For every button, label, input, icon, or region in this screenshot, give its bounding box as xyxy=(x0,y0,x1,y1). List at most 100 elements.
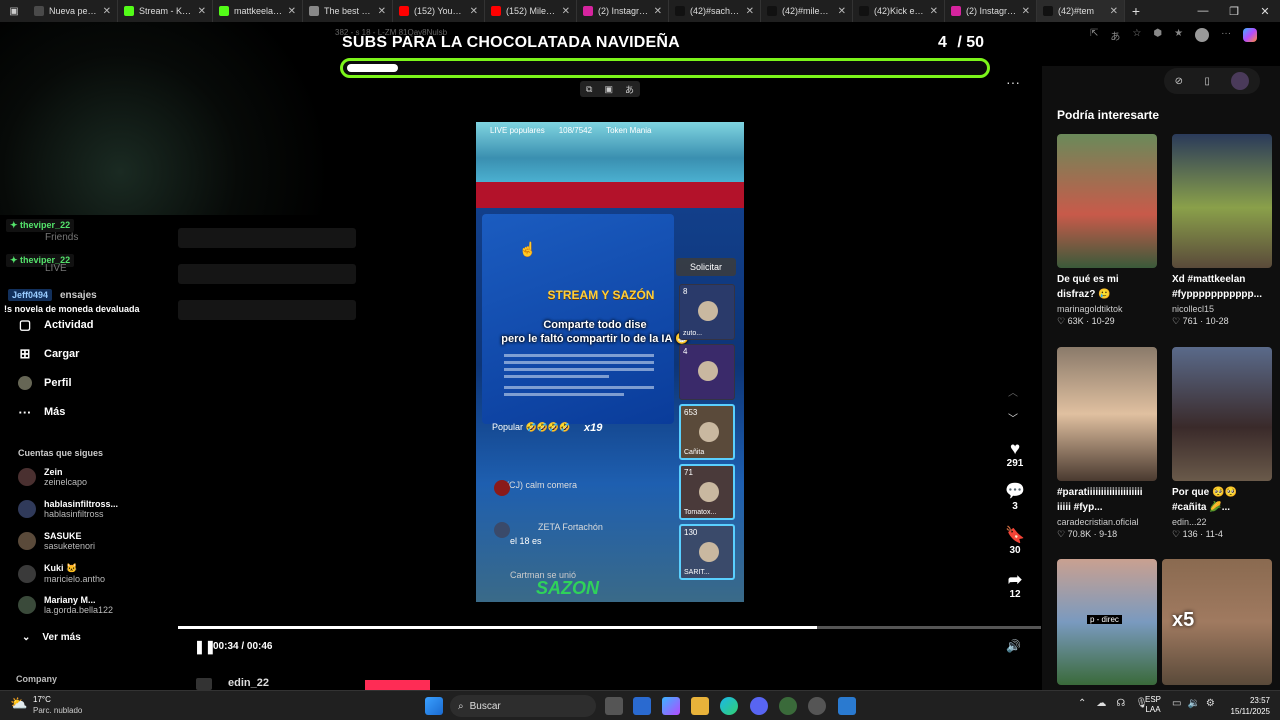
save-action[interactable]: 🔖 30 xyxy=(1002,527,1028,556)
company-link[interactable]: Company xyxy=(16,674,57,684)
video-player[interactable]: LIVE populares 108/7542 Token Mania STRE… xyxy=(476,100,744,602)
live-guest-tile[interactable]: 653 Cañita xyxy=(679,404,735,460)
maximize-button[interactable]: ❐ xyxy=(1219,0,1249,22)
clock[interactable]: 23:57 15/11/2025 xyxy=(1222,695,1270,717)
followed-account[interactable]: Mariany M... la.gorda.bella122 xyxy=(18,595,113,615)
browser-tab[interactable]: (2) Instagram ✕ xyxy=(577,0,669,22)
video-thumbnail[interactable] xyxy=(1057,134,1157,268)
recommended-video-card[interactable]: #paratiiiiiiiiiiiiiiiiiiii iiiii #fyp...… xyxy=(1057,347,1157,540)
followed-account[interactable]: Kuki 🐱 maricielo.antho xyxy=(18,563,105,584)
chevron-up-icon[interactable]: ︿ xyxy=(1008,384,1018,399)
live-guest-tile[interactable]: 71 Tomatox... xyxy=(679,464,735,520)
chevron-down-icon[interactable]: ﹀ xyxy=(1008,410,1018,425)
live-guest-tile[interactable]: 4 xyxy=(679,344,735,400)
live-guest-tile[interactable]: 130 SARIT... xyxy=(679,524,735,580)
translate-icon[interactable]: あ xyxy=(1110,28,1120,43)
app-icon[interactable] xyxy=(808,697,826,715)
close-tab-icon[interactable]: ✕ xyxy=(1022,6,1030,17)
display-icon[interactable]: ▭ xyxy=(1172,698,1181,709)
volume-icon[interactable]: 🔉 xyxy=(1187,698,1199,709)
nav-item-mas[interactable]: ··· Más xyxy=(18,405,66,420)
solicitar-button[interactable]: Solicitar xyxy=(676,258,736,276)
close-tab-icon[interactable]: ✕ xyxy=(288,6,296,17)
volume-button[interactable]: 🔊 xyxy=(1006,639,1021,653)
pip-icon[interactable]: ⧉ xyxy=(586,84,592,95)
open-external-icon[interactable]: ⇱ xyxy=(1090,28,1098,43)
browser-tab[interactable]: (42)Kick elimi ✕ xyxy=(853,0,945,22)
star-icon[interactable]: ☆ xyxy=(1132,28,1141,43)
browser-tab[interactable]: mattkeelan St ✕ xyxy=(213,0,303,22)
close-tab-icon[interactable]: ✕ xyxy=(470,6,478,17)
comment-action[interactable]: 💬 3 xyxy=(1002,483,1028,512)
close-tab-icon[interactable]: ✕ xyxy=(103,6,111,17)
close-tab-icon[interactable]: ✕ xyxy=(378,6,386,17)
close-tab-icon[interactable]: ✕ xyxy=(930,6,938,17)
cloud-icon[interactable]: ☁ xyxy=(1096,698,1106,709)
app-icon[interactable] xyxy=(779,697,797,715)
browser-tab[interactable]: (152) YouTube ✕ xyxy=(393,0,485,22)
close-tab-icon[interactable]: ✕ xyxy=(838,6,846,17)
favorites-icon[interactable]: ★ xyxy=(1174,28,1183,43)
video-thumbnail[interactable] xyxy=(1057,347,1157,481)
translate-icon[interactable]: あ xyxy=(625,83,634,96)
follow-button[interactable] xyxy=(365,680,430,690)
like-action[interactable]: ♥ 291 xyxy=(1002,440,1028,470)
browser-tab[interactable]: (42)#milenka ✕ xyxy=(761,0,853,22)
edge-icon[interactable] xyxy=(720,697,738,715)
device-icon[interactable]: ▯ xyxy=(1204,76,1210,87)
task-view-icon[interactable] xyxy=(605,697,623,715)
tab-actions-icon[interactable]: ▣ xyxy=(0,0,28,22)
browser-tab[interactable]: (152) Milenka ✕ xyxy=(485,0,577,22)
close-window-button[interactable]: ✕ xyxy=(1250,0,1280,22)
browser-tab[interactable]: Nueva pestaña ✕ xyxy=(28,0,118,22)
menu-dots-icon[interactable]: ··· xyxy=(1221,28,1231,43)
close-tab-icon[interactable]: ✕ xyxy=(198,6,206,17)
followed-account[interactable]: Zein zeinelcapo xyxy=(18,467,87,487)
browser-tab[interactable]: Stream - Kick ✕ xyxy=(118,0,213,22)
compass-icon[interactable]: ⊘ xyxy=(1175,76,1183,87)
profile-avatar[interactable] xyxy=(1195,28,1210,42)
nav-item-perfil[interactable]: Perfil xyxy=(18,376,72,390)
browser-tab[interactable]: The best Chat ✕ xyxy=(303,0,393,22)
video-thumbnail[interactable] xyxy=(1172,134,1272,268)
nav-item-cargar[interactable]: ⊞ Cargar xyxy=(18,346,80,361)
network-icon[interactable]: ☊ xyxy=(1116,698,1125,709)
recommended-video-card[interactable]: Xd #mattkeelan #fyppppppppppp... nicolle… xyxy=(1172,134,1272,327)
seek-bar[interactable] xyxy=(178,626,1041,629)
minimize-button[interactable]: — xyxy=(1188,0,1218,22)
discord-icon[interactable] xyxy=(750,697,768,715)
author-avatar[interactable] xyxy=(196,678,212,690)
close-tab-icon[interactable]: ✕ xyxy=(654,6,662,17)
taskbar-search[interactable]: ⌕ Buscar xyxy=(450,695,596,717)
recommended-video-card[interactable]: De qué es mi disfraz? 🥲 marinagoldtiktok… xyxy=(1057,134,1157,327)
browser-tab[interactable]: (42)#tem ✕ xyxy=(1037,0,1125,22)
video-thumbnail[interactable]: x5 xyxy=(1162,559,1272,685)
close-tab-icon[interactable]: ✕ xyxy=(562,6,570,17)
chevron-up-icon[interactable]: ⌃ xyxy=(1078,698,1086,709)
language-indicator[interactable]: ESP LAA xyxy=(1145,695,1161,715)
share-action[interactable]: ➦ 12 xyxy=(1002,571,1028,601)
video-thumbnail[interactable] xyxy=(1172,347,1272,481)
browser-tab[interactable]: (2) Instagram ✕ xyxy=(945,0,1037,22)
start-button[interactable] xyxy=(425,697,443,715)
close-tab-icon[interactable]: ✕ xyxy=(746,6,754,17)
file-explorer-icon[interactable] xyxy=(691,697,709,715)
new-tab-button[interactable]: + xyxy=(1125,0,1147,22)
app-icon[interactable] xyxy=(838,697,856,715)
more-options-icon[interactable]: ··· xyxy=(1006,74,1020,90)
recommended-video-card[interactable]: Por que 🥺🥺 #cañita 🌽... edin...22 ♡ 136 … xyxy=(1172,347,1272,540)
copilot-icon[interactable] xyxy=(1243,28,1258,42)
extension-icon[interactable]: ⬢ xyxy=(1153,28,1162,43)
browser-tab[interactable]: (42)#sachauz ✕ xyxy=(669,0,761,22)
user-avatar[interactable] xyxy=(1231,72,1250,90)
author-name[interactable]: edin_22 xyxy=(228,677,269,689)
settings-icon[interactable]: ⚙ xyxy=(1206,698,1215,709)
followed-account[interactable]: SASUKE sasuketenori xyxy=(18,531,95,551)
nav-item-actividad[interactable]: ▢ Actividad xyxy=(18,317,94,332)
copilot-app-icon[interactable] xyxy=(662,697,680,715)
store-icon[interactable] xyxy=(633,697,651,715)
see-more-button[interactable]: ⌄ Ver más xyxy=(22,632,81,643)
close-tab-icon[interactable]: ✕ xyxy=(1110,6,1118,17)
video-thumbnail[interactable]: p - direc xyxy=(1057,559,1157,685)
live-guest-tile[interactable]: 8 zuto... xyxy=(679,284,735,340)
